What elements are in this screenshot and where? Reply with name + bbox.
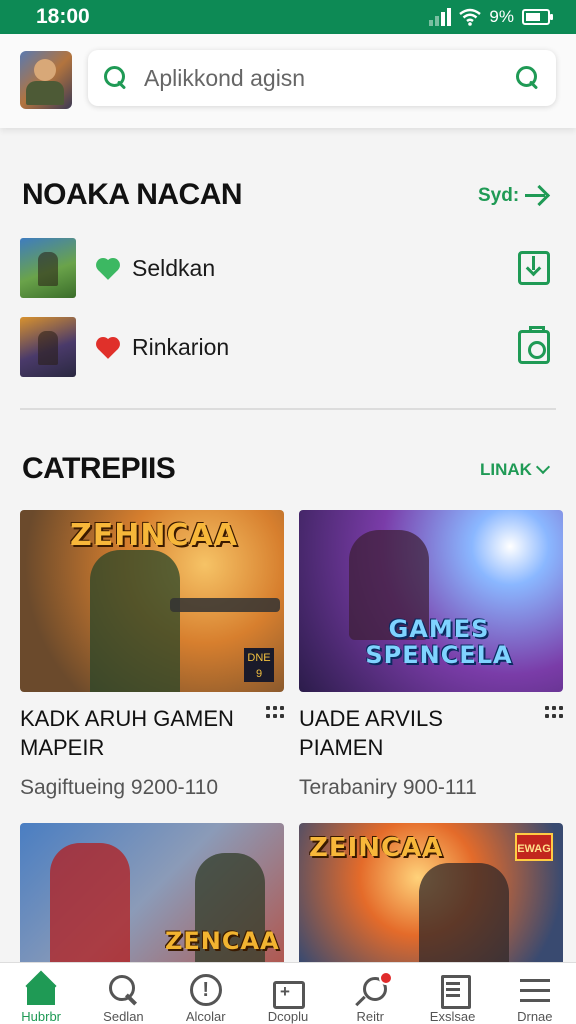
- game-logo: ZEHNCAA: [70, 518, 238, 553]
- nav-item-home[interactable]: Hubrbr: [0, 963, 82, 1024]
- status-time: 18:00: [36, 5, 90, 28]
- nav-label: Hubrbr: [21, 1009, 62, 1024]
- nav-item-search[interactable]: Sedlan: [82, 963, 164, 1024]
- game-card-image[interactable]: ZEINCAA EWAG: [299, 823, 563, 962]
- pin-icon: [353, 971, 394, 1005]
- arrow-right-icon: [525, 186, 549, 206]
- nav-label: Alcolar: [185, 1009, 226, 1024]
- notification-badge: [379, 971, 394, 985]
- more-options-icon[interactable]: [266, 706, 284, 720]
- game-card-subtitle: Terabaniry 900-111: [299, 776, 477, 799]
- nav-item-alerts[interactable]: Alcolar: [165, 963, 247, 1024]
- nav-item-pin[interactable]: Reitr: [329, 963, 411, 1024]
- game-card-image[interactable]: ZENCAA: [20, 823, 284, 962]
- nav-item-documents[interactable]: Exslsae: [411, 963, 493, 1024]
- game-thumbnail: [20, 317, 76, 377]
- game-card[interactable]: GAMES SPENCELA UADE ARVILS PIAMEN Teraba…: [299, 510, 563, 800]
- game-card[interactable]: ZEHNCAA DNE 9 KADK ARUH GAMEN MAPEIR Sag…: [20, 510, 284, 800]
- rating-badge: DNE 9: [244, 648, 274, 682]
- search-input[interactable]: Aplikkond agisn: [128, 65, 516, 92]
- search-icon: [104, 66, 128, 90]
- nav-label: Reitr: [356, 1009, 384, 1024]
- list-item-label: Seldkan: [132, 254, 216, 281]
- download-icon[interactable]: [518, 251, 550, 285]
- battery-icon: [522, 9, 553, 25]
- menu-icon: [518, 973, 552, 1005]
- game-card-image[interactable]: GAMES SPENCELA: [299, 510, 563, 692]
- list-item-label: Rinkarion: [132, 333, 230, 360]
- status-icons: 9%: [429, 7, 553, 27]
- camera-icon[interactable]: [518, 326, 550, 364]
- categories-link[interactable]: LINAK: [480, 459, 551, 480]
- recent-see-all-label: Syd:: [478, 185, 520, 206]
- medical-case-icon: [271, 973, 305, 1009]
- main-content[interactable]: NOAKA NACAN Syd: Seldkan Rinkarion CATRE…: [0, 128, 576, 962]
- search-bar[interactable]: Aplikkond agisn: [88, 50, 556, 106]
- game-card[interactable]: ZEINCAA EWAG: [299, 823, 563, 962]
- bottom-navigation: Hubrbr Sedlan Alcolar Dcoplu Reitr Exsls…: [0, 962, 576, 1024]
- game-card-title: KADK ARUH GAMEN MAPEIR: [20, 706, 234, 760]
- game-badge: EWAG: [515, 833, 553, 861]
- game-card-image[interactable]: ZEHNCAA DNE 9: [20, 510, 284, 692]
- app-header: Aplikkond agisn: [0, 34, 576, 128]
- more-options-icon[interactable]: [545, 706, 563, 720]
- status-bar: 18:00 9%: [0, 0, 576, 34]
- search-submit-icon[interactable]: [516, 66, 540, 90]
- heart-icon[interactable]: [98, 337, 118, 359]
- alert-icon: [189, 973, 223, 1006]
- battery-percent: 9%: [489, 7, 514, 26]
- nav-label: Exslsae: [429, 1009, 476, 1024]
- document-icon: [436, 973, 471, 1009]
- game-logo: ZEINCAA: [309, 833, 444, 863]
- nav-label: Sedlan: [103, 1009, 144, 1024]
- nav-item-case[interactable]: Dcoplu: [247, 963, 329, 1024]
- nav-label: Dcoplu: [267, 1009, 309, 1024]
- recent-section-title: NOAKA NACAN: [22, 178, 243, 211]
- game-card-subtitle: Sagiftueing 9200-110: [20, 776, 219, 799]
- nav-label: Drnae: [517, 1009, 553, 1024]
- home-icon: [24, 973, 58, 1005]
- avatar[interactable]: [20, 51, 72, 109]
- nav-item-menu[interactable]: Drnae: [494, 963, 576, 1024]
- game-logo: ZENCAA: [165, 927, 280, 955]
- game-thumbnail: [20, 238, 76, 298]
- divider: [20, 408, 556, 410]
- game-card-title: UADE ARVILS PIAMEN: [299, 706, 443, 760]
- game-card[interactable]: ZENCAA: [20, 823, 284, 962]
- recent-see-all-link[interactable]: Syd:: [478, 185, 549, 207]
- categories-section-title: CATREPIIS: [22, 452, 176, 485]
- wifi-icon: [459, 8, 482, 26]
- list-item[interactable]: Seldkan: [20, 238, 556, 298]
- signal-icon: [429, 8, 452, 26]
- chevron-down-icon: [535, 459, 551, 475]
- list-item[interactable]: Rinkarion: [20, 317, 556, 377]
- heart-icon[interactable]: [98, 258, 118, 280]
- game-logo: GAMES SPENCELA: [365, 615, 513, 669]
- search-icon: [106, 973, 140, 1005]
- categories-link-label: LINAK: [480, 460, 532, 479]
